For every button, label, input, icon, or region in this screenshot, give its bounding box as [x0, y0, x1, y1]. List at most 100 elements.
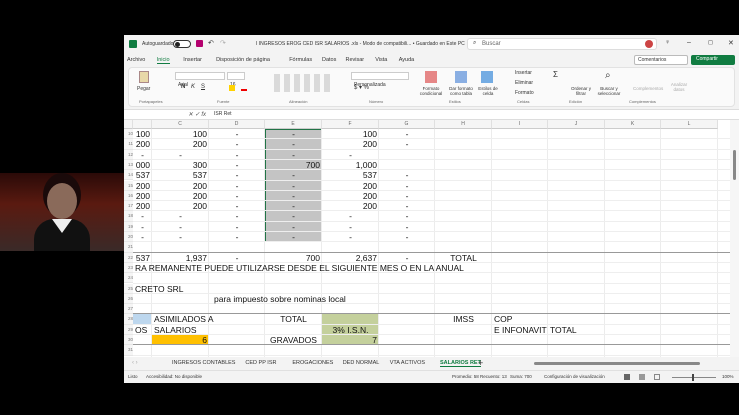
cell-E15[interactable]: - [265, 181, 322, 191]
cell-G18[interactable]: - [379, 211, 435, 221]
column-header-I[interactable]: I [492, 120, 548, 129]
autosum-icon[interactable]: Σ [553, 70, 558, 79]
cell-E14[interactable]: - [265, 170, 322, 180]
column-header-C[interactable]: C [152, 120, 209, 129]
cell-F29[interactable]: 3% I.S.N. [322, 325, 379, 335]
cell-C29[interactable]: SALARIOS [152, 325, 209, 335]
row-header[interactable]: 14 [124, 170, 133, 181]
bold-button[interactable]: N [181, 84, 185, 90]
page-layout-icon[interactable] [639, 374, 645, 380]
cell-E30[interactable]: GRAVADOS [265, 335, 322, 345]
column-header-J[interactable]: J [548, 120, 605, 129]
table-format-icon[interactable] [455, 71, 467, 83]
cell-F16[interactable]: 200 [322, 191, 379, 201]
cell-B11[interactable]: 200 [133, 139, 152, 149]
redo-icon[interactable]: ↷ [220, 39, 226, 47]
addins-button[interactable]: Complementos [633, 86, 663, 91]
minimize-icon[interactable]: – [687, 39, 691, 46]
menu-insertar[interactable]: Insertar [183, 57, 202, 63]
cell-B16[interactable]: 200 [133, 191, 152, 201]
menu-inicio[interactable]: Inicio [156, 57, 170, 64]
cell-styles-button[interactable]: Estilos de celda [475, 86, 501, 96]
row-header[interactable]: 30 [124, 335, 133, 346]
currency-button[interactable]: $ ▾ % [354, 84, 369, 91]
row-header[interactable]: 22 [124, 252, 133, 263]
cell-F20[interactable]: - [322, 232, 379, 242]
cell-G22[interactable]: - [379, 253, 435, 263]
cell-G17[interactable]: - [379, 201, 435, 211]
display-settings-button[interactable]: Configuración de visualización [544, 374, 605, 379]
zoom-level[interactable]: 100% [722, 374, 734, 379]
menu-archivo[interactable]: Archivo [127, 57, 145, 63]
save-icon[interactable] [196, 40, 203, 47]
cell-E10[interactable]: - [265, 129, 322, 139]
row-header[interactable]: 20 [124, 232, 133, 243]
cell-C18[interactable]: - [152, 211, 209, 221]
cell-J29[interactable]: TOTAL [548, 325, 605, 335]
row-header[interactable]: 11 [124, 139, 133, 150]
number-format-select[interactable]: Personalizada [351, 72, 409, 88]
menu-vista[interactable]: Vista [375, 57, 387, 63]
cell-F15[interactable]: 200 [322, 181, 379, 191]
cell-C13[interactable]: 300 [152, 160, 209, 170]
cell-F17[interactable]: 200 [322, 201, 379, 211]
cell-B25[interactable]: CRETO SRL [133, 284, 184, 294]
menu-ayuda[interactable]: Ayuda [399, 57, 415, 63]
row-header[interactable]: 29 [124, 324, 133, 335]
column-header-G[interactable]: G [379, 120, 435, 129]
menu-revisar[interactable]: Revisar [346, 57, 365, 63]
font-size-select[interactable]: 16 [227, 72, 245, 88]
menu-datos[interactable]: Datos [322, 57, 336, 63]
row-header[interactable]: 19 [124, 221, 133, 232]
row-header[interactable]: 17 [124, 201, 133, 212]
cell-C11[interactable]: 200 [152, 139, 209, 149]
cell-D10[interactable]: - [209, 129, 265, 139]
cell-C12[interactable]: - [152, 150, 209, 160]
italic-button[interactable]: K [191, 84, 195, 90]
cell-H28[interactable]: IMSS [435, 314, 492, 324]
cell-F22[interactable]: 2,637 [322, 253, 379, 263]
row-header[interactable]: 13 [124, 159, 133, 171]
cell-G20[interactable]: - [379, 232, 435, 242]
cell-B10[interactable]: 100 [133, 129, 152, 139]
cell-F12[interactable]: - [322, 150, 379, 160]
cell-D15[interactable]: - [209, 181, 265, 191]
underline-button[interactable]: S [201, 84, 205, 90]
accessibility-status[interactable]: Accesibilidad: No disponible [146, 374, 202, 379]
find-icon[interactable]: ⌕ [605, 70, 611, 81]
find-select-button[interactable]: Buscar y seleccionar [594, 86, 624, 96]
format-as-table-button[interactable]: Dar formato como tabla [447, 86, 475, 96]
column-header-E[interactable]: E [265, 120, 322, 129]
cell-E19[interactable]: - [265, 222, 322, 232]
row-header[interactable]: 24 [124, 273, 133, 284]
formula-input[interactable]: ISR Ret [214, 111, 232, 117]
font-color-icon[interactable] [241, 85, 247, 91]
row-header[interactable]: 15 [124, 180, 133, 191]
zoom-slider[interactable] [672, 374, 716, 381]
cell-B17[interactable]: 200 [133, 201, 152, 211]
delete-button[interactable]: Eliminar [515, 80, 533, 86]
add-sheet-button[interactable]: + [478, 358, 483, 368]
cell-B29[interactable]: OS [133, 325, 152, 335]
cell-G11[interactable]: - [379, 139, 435, 149]
fill-color-icon[interactable] [229, 85, 235, 91]
close-icon[interactable]: ✕ [728, 39, 734, 47]
cell-F11[interactable]: 200 [322, 139, 379, 149]
cell-G16[interactable]: - [379, 191, 435, 201]
cell-B22[interactable]: 537 [133, 253, 152, 263]
cell-styles-icon[interactable] [481, 71, 493, 83]
cell-D11[interactable]: - [209, 139, 265, 149]
row-header[interactable]: 12 [124, 149, 133, 160]
cell-G19[interactable]: - [379, 222, 435, 232]
cell-D19[interactable]: - [209, 222, 265, 232]
cell-C15[interactable]: 200 [152, 181, 209, 191]
sheet-tab-salarios-ret[interactable]: SALARIOS RET [440, 360, 481, 367]
menu-disposición-de-página[interactable]: Disposición de página [216, 57, 270, 63]
sheet-tab-ingresos-contables[interactable]: INGRESOS CONTABLES [172, 360, 235, 366]
cell-G14[interactable]: - [379, 170, 435, 180]
column-header-F[interactable]: F [322, 120, 379, 129]
cell-F14[interactable]: 537 [322, 170, 379, 180]
cell-H22[interactable]: TOTAL [435, 253, 492, 263]
cell-E13[interactable]: 700 [265, 160, 322, 170]
cell-B14[interactable]: 537 [133, 170, 152, 180]
